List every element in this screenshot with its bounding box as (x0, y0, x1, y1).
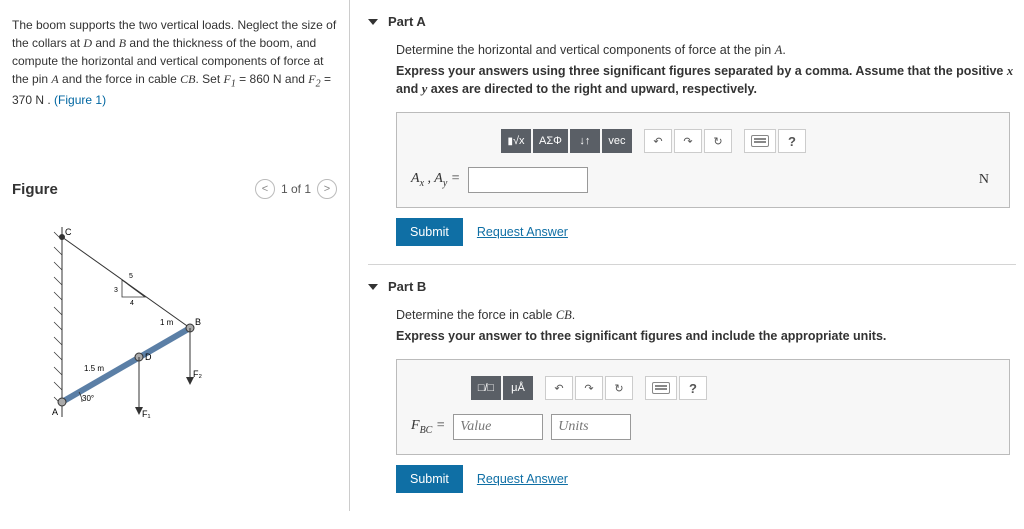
pb-v2: 370 N (12, 93, 44, 107)
keyboard-button[interactable] (645, 376, 677, 400)
svg-text:D: D (145, 352, 152, 362)
part-b-header[interactable]: Part B (368, 275, 1016, 302)
subscript-button[interactable]: ↓↑ (570, 129, 600, 153)
undo-button[interactable]: ↶ (644, 129, 672, 153)
part-a-instruction: Determine the horizontal and vertical co… (396, 43, 1016, 58)
svg-text:5: 5 (129, 273, 133, 280)
part-b-value-input[interactable] (453, 414, 543, 440)
pb-t3: and the force in cable (59, 72, 180, 86)
part-a-directions: Express your answers using three signifi… (396, 62, 1016, 98)
pb-F1: F (224, 72, 231, 86)
part-b-instruction: Determine the force in cable CB. (396, 308, 1016, 323)
reset-button[interactable]: ↻ (704, 129, 732, 153)
svg-text:3: 3 (114, 287, 118, 294)
keyboard-icon (751, 135, 769, 147)
part-a-answer-area: ▮√x ΑΣΦ ↓↑ vec ↶ ↷ ↻ ? Ax , Ay = N (396, 112, 1010, 208)
part-b-request-answer-link[interactable]: Request Answer (477, 472, 568, 486)
pb-t4: . Set (195, 72, 223, 86)
keyboard-icon (652, 382, 670, 394)
part-a-value-input[interactable] (468, 167, 588, 193)
svg-text:F₂: F₂ (193, 369, 202, 379)
help-button[interactable]: ? (679, 376, 707, 400)
problem-statement: The boom supports the two vertical loads… (12, 12, 337, 119)
part-a-request-answer-link[interactable]: Request Answer (477, 225, 568, 239)
svg-text:F₁: F₁ (142, 409, 151, 419)
pb-A: A (51, 72, 58, 86)
pb-and: and (92, 36, 119, 50)
svg-text:4: 4 (130, 300, 134, 307)
part-b-toolbar: □/□ μÅ ↶ ↷ ↻ ? (471, 376, 995, 400)
pb-F2: F (308, 72, 315, 86)
figure-diagram: C B D A F₁ F₂ 1 m 1.5 m 30° 5 3 4 (12, 217, 337, 430)
caret-down-icon (368, 284, 378, 290)
svg-text:1 m: 1 m (160, 318, 174, 327)
part-b-units-input[interactable] (551, 414, 631, 440)
svg-text:B: B (195, 317, 201, 327)
pb-eq1: = (236, 72, 250, 86)
svg-text:C: C (65, 227, 72, 237)
special-chars-button[interactable]: μÅ (503, 376, 533, 400)
pb-CB: CB (180, 72, 195, 86)
svg-text:30°: 30° (82, 394, 94, 403)
part-a-lhs: Ax , Ay = (411, 171, 460, 189)
vector-button[interactable]: vec (602, 129, 632, 153)
pb-v1: 860 N (250, 72, 282, 86)
equation-editor-button[interactable]: ▮√x (501, 129, 531, 153)
part-a-header[interactable]: Part A (368, 10, 1016, 37)
fig-next-button[interactable]: > (317, 179, 337, 199)
svg-text:1.5 m: 1.5 m (84, 364, 104, 373)
fig-nav-label: 1 of 1 (281, 182, 311, 196)
pb-dot: . (44, 93, 54, 107)
pb-B: B (119, 36, 126, 50)
reset-button[interactable]: ↻ (605, 376, 633, 400)
part-a-toolbar: ▮√x ΑΣΦ ↓↑ vec ↶ ↷ ↻ ? (501, 129, 995, 153)
fig-prev-button[interactable]: < (255, 179, 275, 199)
redo-button[interactable]: ↷ (575, 376, 603, 400)
figure-nav: < 1 of 1 > (255, 179, 337, 199)
redo-button[interactable]: ↷ (674, 129, 702, 153)
part-b-input-row: FBC = (411, 414, 995, 440)
part-b-title: Part B (388, 279, 426, 294)
part-b-lhs: FBC = (411, 418, 445, 436)
pb-D: D (83, 36, 92, 50)
part-b-directions: Express your answer to three significant… (396, 327, 1016, 345)
fraction-button[interactable]: □/□ (471, 376, 501, 400)
part-a-unit: N (979, 172, 995, 188)
undo-button[interactable]: ↶ (545, 376, 573, 400)
greek-letters-button[interactable]: ΑΣΦ (533, 129, 568, 153)
part-separator (368, 264, 1016, 265)
part-a-input-row: Ax , Ay = N (411, 167, 995, 193)
part-b-submit-button[interactable]: Submit (396, 465, 463, 493)
pb-and2: and (282, 72, 309, 86)
svg-text:A: A (52, 407, 58, 417)
figure-link[interactable]: (Figure 1) (54, 93, 106, 107)
part-b-answer-area: □/□ μÅ ↶ ↷ ↻ ? FBC = (396, 359, 1010, 455)
help-button[interactable]: ? (778, 129, 806, 153)
part-a-submit-button[interactable]: Submit (396, 218, 463, 246)
figure-title: Figure (12, 181, 58, 198)
caret-down-icon (368, 19, 378, 25)
keyboard-button[interactable] (744, 129, 776, 153)
pb-eq2: = (321, 72, 331, 86)
part-a-title: Part A (388, 14, 426, 29)
